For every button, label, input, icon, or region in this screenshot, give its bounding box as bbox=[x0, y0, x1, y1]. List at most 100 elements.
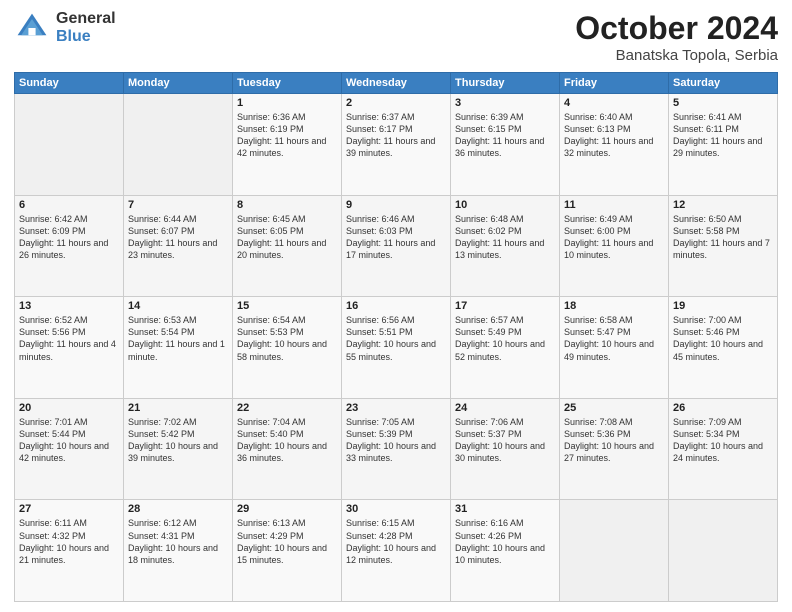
weekday-header-saturday: Saturday bbox=[669, 73, 778, 94]
day-number: 8 bbox=[237, 199, 337, 211]
calendar-cell bbox=[15, 94, 124, 196]
day-number: 6 bbox=[19, 199, 119, 211]
day-info: Sunrise: 6:44 AMSunset: 6:07 PMDaylight:… bbox=[128, 213, 228, 262]
day-number: 12 bbox=[673, 199, 773, 211]
day-number: 31 bbox=[455, 503, 555, 515]
calendar-cell: 8 Sunrise: 6:45 AMSunset: 6:05 PMDaylight… bbox=[233, 195, 342, 297]
calendar-cell: 12 Sunrise: 6:50 AMSunset: 5:58 PMDayligh… bbox=[669, 195, 778, 297]
calendar-cell: 5 Sunrise: 6:41 AMSunset: 6:11 PMDaylight… bbox=[669, 94, 778, 196]
day-number: 7 bbox=[128, 199, 228, 211]
calendar-cell bbox=[669, 500, 778, 602]
day-number: 14 bbox=[128, 300, 228, 312]
calendar-cell: 26Sunrise: 7:09 AMSunset: 5:34 PMDayligh… bbox=[669, 398, 778, 500]
day-number: 13 bbox=[19, 300, 119, 312]
day-number: 18 bbox=[564, 300, 664, 312]
calendar-cell: 11 Sunrise: 6:49 AMSunset: 6:00 PMDayligh… bbox=[560, 195, 669, 297]
day-number: 29 bbox=[237, 503, 337, 515]
calendar-cell: 15 Sunrise: 6:54 AMSunset: 5:53 PMDayligh… bbox=[233, 297, 342, 399]
day-info: Sunrise: 6:49 AMSunset: 6:00 PMDaylight:… bbox=[564, 213, 664, 262]
weekday-header-sunday: Sunday bbox=[15, 73, 124, 94]
day-info: Sunrise: 6:41 AMSunset: 6:11 PMDaylight:… bbox=[673, 111, 773, 160]
calendar-cell: 10Sunrise: 6:48 AMSunset: 6:02 PMDayligh… bbox=[451, 195, 560, 297]
day-info: Sunrise: 6:40 AMSunset: 6:13 PMDaylight:… bbox=[564, 111, 664, 160]
calendar-cell: 22 Sunrise: 7:04 AMSunset: 5:40 PMDayligh… bbox=[233, 398, 342, 500]
day-number: 30 bbox=[346, 503, 446, 515]
day-number: 9 bbox=[346, 199, 446, 211]
day-number: 22 bbox=[237, 402, 337, 414]
day-number: 4 bbox=[564, 97, 664, 109]
day-info: Sunrise: 7:04 AMSunset: 5:40 PMDaylight:… bbox=[237, 416, 337, 465]
day-number: 15 bbox=[237, 300, 337, 312]
logo-text: General Blue bbox=[56, 10, 116, 45]
day-info: Sunrise: 6:45 AMSunset: 6:05 PMDaylight:… bbox=[237, 213, 337, 262]
calendar-cell bbox=[560, 500, 669, 602]
title-block: October 2024 Banatska Topola, Serbia bbox=[575, 10, 778, 64]
calendar-cell: 14Sunrise: 6:53 AMSunset: 5:54 PMDayligh… bbox=[124, 297, 233, 399]
day-info: Sunrise: 7:05 AMSunset: 5:39 PMDaylight:… bbox=[346, 416, 446, 465]
calendar-cell: 27 Sunrise: 6:11 AMSunset: 4:32 PMDayligh… bbox=[15, 500, 124, 602]
day-number: 28 bbox=[128, 503, 228, 515]
calendar-cell: 13 Sunrise: 6:52 AMSunset: 5:56 PMDayligh… bbox=[15, 297, 124, 399]
calendar-cell: 25 Sunrise: 7:08 AMSunset: 5:36 PMDayligh… bbox=[560, 398, 669, 500]
day-number: 25 bbox=[564, 402, 664, 414]
day-info: Sunrise: 6:52 AMSunset: 5:56 PMDaylight:… bbox=[19, 314, 119, 363]
calendar-cell: 30 Sunrise: 6:15 AMSunset: 4:28 PMDayligh… bbox=[342, 500, 451, 602]
day-info: Sunrise: 6:12 AMSunset: 4:31 PMDaylight:… bbox=[128, 517, 228, 566]
calendar-cell: 17 Sunrise: 6:57 AMSunset: 5:49 PMDayligh… bbox=[451, 297, 560, 399]
weekday-header-thursday: Thursday bbox=[451, 73, 560, 94]
logo-general-text: General bbox=[56, 10, 116, 28]
day-number: 1 bbox=[237, 97, 337, 109]
day-number: 21 bbox=[128, 402, 228, 414]
calendar-cell: 1 Sunrise: 6:36 AMSunset: 6:19 PMDaylight… bbox=[233, 94, 342, 196]
calendar-location: Banatska Topola, Serbia bbox=[575, 47, 778, 64]
calendar-cell: 23 Sunrise: 7:05 AMSunset: 5:39 PMDayligh… bbox=[342, 398, 451, 500]
day-number: 17 bbox=[455, 300, 555, 312]
weekday-header-friday: Friday bbox=[560, 73, 669, 94]
day-info: Sunrise: 6:48 AMSunset: 6:02 PMDaylight:… bbox=[455, 213, 555, 262]
weekday-header-monday: Monday bbox=[124, 73, 233, 94]
day-number: 20 bbox=[19, 402, 119, 414]
week-row-1: 1 Sunrise: 6:36 AMSunset: 6:19 PMDaylight… bbox=[15, 94, 778, 196]
weekday-header-wednesday: Wednesday bbox=[342, 73, 451, 94]
calendar-cell: 24Sunrise: 7:06 AMSunset: 5:37 PMDayligh… bbox=[451, 398, 560, 500]
header: General Blue October 2024 Banatska Topol… bbox=[14, 10, 778, 64]
calendar-cell: 18 Sunrise: 6:58 AMSunset: 5:47 PMDayligh… bbox=[560, 297, 669, 399]
page: General Blue October 2024 Banatska Topol… bbox=[0, 0, 792, 612]
day-number: 27 bbox=[19, 503, 119, 515]
week-row-5: 27 Sunrise: 6:11 AMSunset: 4:32 PMDayligh… bbox=[15, 500, 778, 602]
logo: General Blue bbox=[14, 10, 116, 46]
day-info: Sunrise: 6:58 AMSunset: 5:47 PMDaylight:… bbox=[564, 314, 664, 363]
day-info: Sunrise: 6:16 AMSunset: 4:26 PMDaylight:… bbox=[455, 517, 555, 566]
calendar-cell: 29 Sunrise: 6:13 AMSunset: 4:29 PMDayligh… bbox=[233, 500, 342, 602]
calendar-cell: 28 Sunrise: 6:12 AMSunset: 4:31 PMDayligh… bbox=[124, 500, 233, 602]
day-info: Sunrise: 6:11 AMSunset: 4:32 PMDaylight:… bbox=[19, 517, 119, 566]
day-info: Sunrise: 6:46 AMSunset: 6:03 PMDaylight:… bbox=[346, 213, 446, 262]
day-info: Sunrise: 6:13 AMSunset: 4:29 PMDaylight:… bbox=[237, 517, 337, 566]
calendar-title: October 2024 bbox=[575, 10, 778, 47]
day-info: Sunrise: 7:08 AMSunset: 5:36 PMDaylight:… bbox=[564, 416, 664, 465]
logo-icon bbox=[14, 10, 50, 46]
day-info: Sunrise: 6:56 AMSunset: 5:51 PMDaylight:… bbox=[346, 314, 446, 363]
calendar-cell: 3Sunrise: 6:39 AMSunset: 6:15 PMDaylight… bbox=[451, 94, 560, 196]
day-info: Sunrise: 6:50 AMSunset: 5:58 PMDaylight:… bbox=[673, 213, 773, 262]
calendar-cell: 2Sunrise: 6:37 AMSunset: 6:17 PMDaylight… bbox=[342, 94, 451, 196]
day-number: 3 bbox=[455, 97, 555, 109]
weekday-header-row: SundayMondayTuesdayWednesdayThursdayFrid… bbox=[15, 73, 778, 94]
day-info: Sunrise: 6:36 AMSunset: 6:19 PMDaylight:… bbox=[237, 111, 337, 160]
day-number: 23 bbox=[346, 402, 446, 414]
day-info: Sunrise: 6:15 AMSunset: 4:28 PMDaylight:… bbox=[346, 517, 446, 566]
day-info: Sunrise: 7:00 AMSunset: 5:46 PMDaylight:… bbox=[673, 314, 773, 363]
calendar-cell: 21Sunrise: 7:02 AMSunset: 5:42 PMDayligh… bbox=[124, 398, 233, 500]
week-row-2: 6Sunrise: 6:42 AMSunset: 6:09 PMDaylight… bbox=[15, 195, 778, 297]
calendar-cell: 31 Sunrise: 6:16 AMSunset: 4:26 PMDayligh… bbox=[451, 500, 560, 602]
day-info: Sunrise: 7:06 AMSunset: 5:37 PMDaylight:… bbox=[455, 416, 555, 465]
calendar-cell: 16 Sunrise: 6:56 AMSunset: 5:51 PMDayligh… bbox=[342, 297, 451, 399]
week-row-4: 20Sunrise: 7:01 AMSunset: 5:44 PMDayligh… bbox=[15, 398, 778, 500]
day-number: 11 bbox=[564, 199, 664, 211]
calendar-cell: 19Sunrise: 7:00 AMSunset: 5:46 PMDayligh… bbox=[669, 297, 778, 399]
calendar-cell: 20Sunrise: 7:01 AMSunset: 5:44 PMDayligh… bbox=[15, 398, 124, 500]
day-info: Sunrise: 6:57 AMSunset: 5:49 PMDaylight:… bbox=[455, 314, 555, 363]
day-info: Sunrise: 6:54 AMSunset: 5:53 PMDaylight:… bbox=[237, 314, 337, 363]
day-number: 16 bbox=[346, 300, 446, 312]
day-number: 5 bbox=[673, 97, 773, 109]
